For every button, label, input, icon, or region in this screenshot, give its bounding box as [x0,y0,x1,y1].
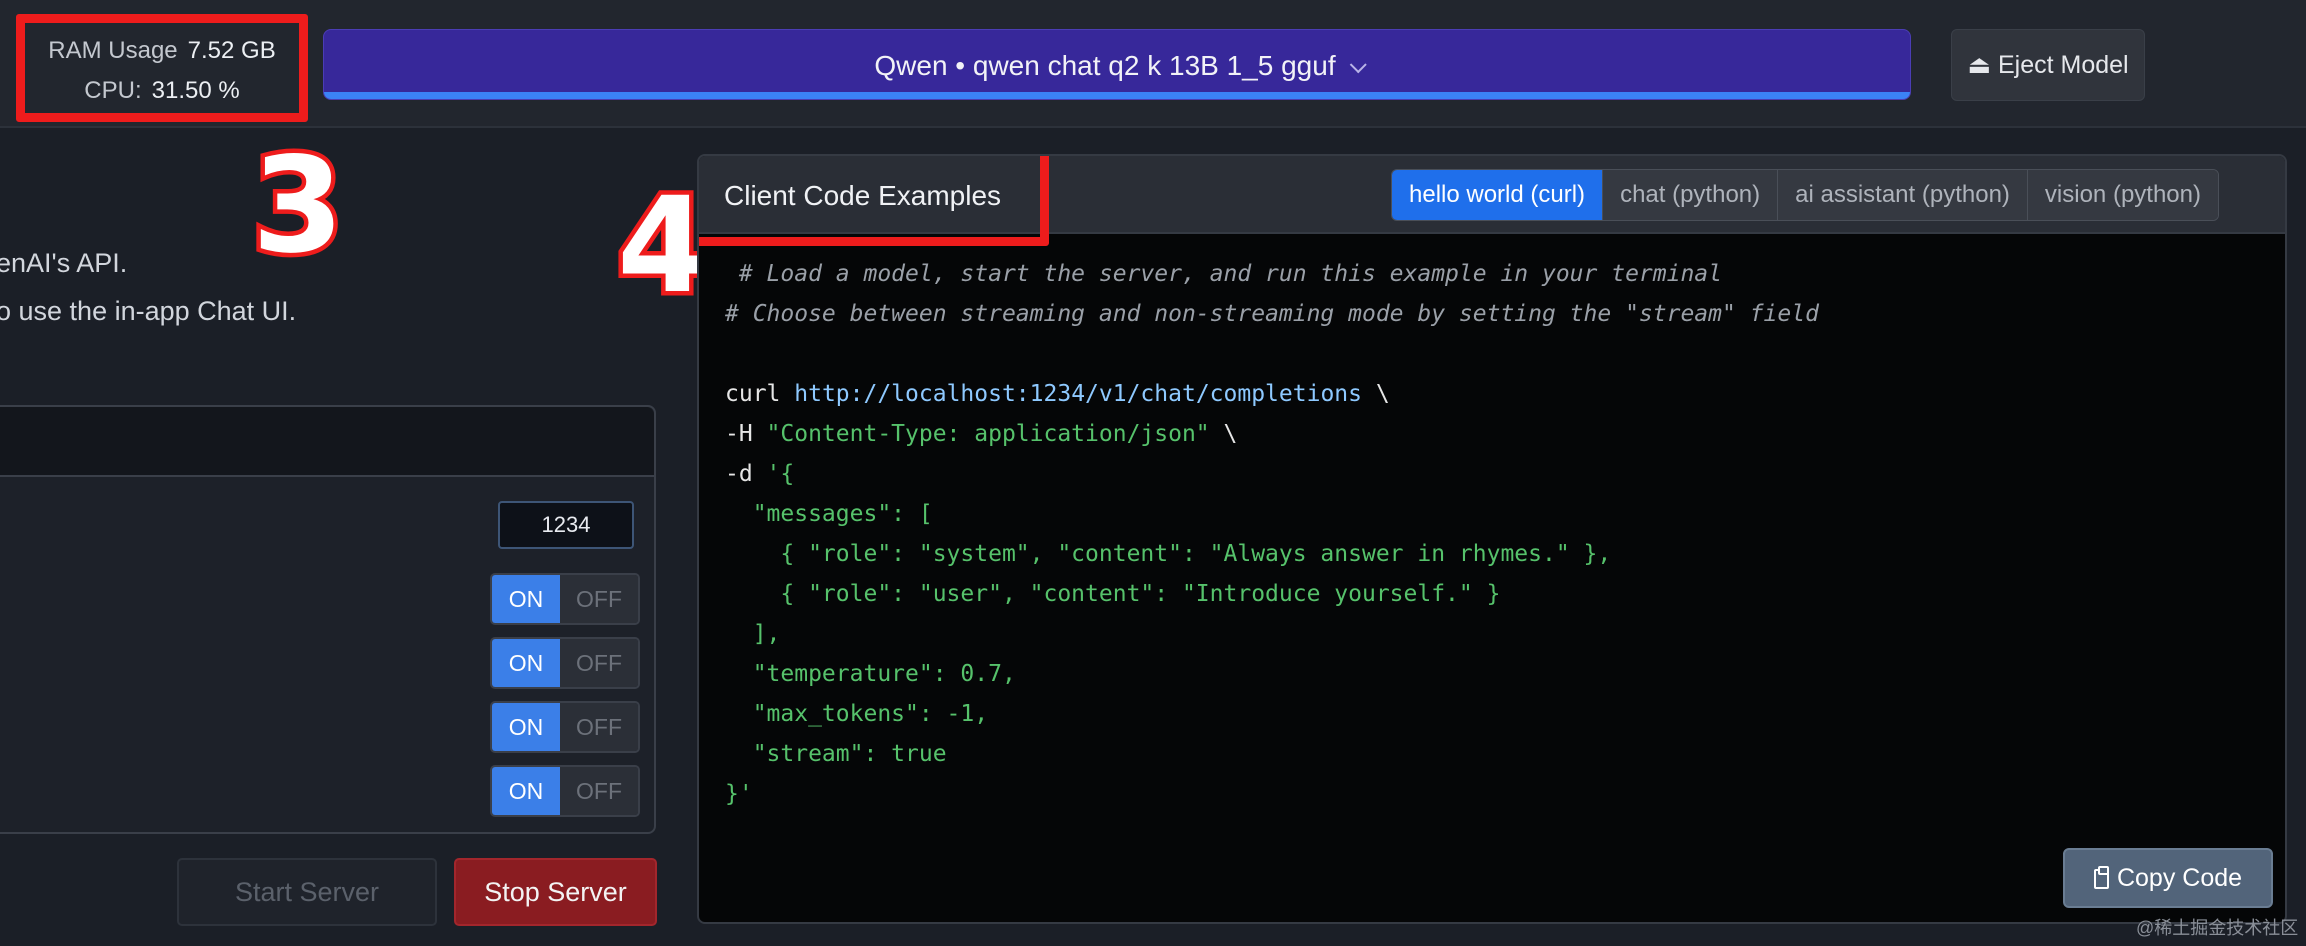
code-panel-header: Client Code Examples hello world (curl) … [699,156,2285,246]
toggle-3[interactable]: ON OFF [490,701,640,753]
toggle-3-on[interactable]: ON [492,703,560,751]
code-line: "temperature": 0.7, [725,661,1016,687]
code-token: curl [725,381,795,407]
start-server-button[interactable]: Start Server [177,858,437,926]
clipboard-icon [2093,866,2109,889]
copy-code-label: Copy Code [2116,864,2243,892]
server-port-input[interactable]: 1234 [498,501,634,549]
eject-model-button[interactable]: ⏏ Eject Model [1951,29,2145,101]
server-description-line-1: enAI's API. [0,248,128,278]
code-example-tabs: hello world (curl) chat (python) ai assi… [1391,169,2219,221]
ram-usage-value: 7.52 GB [187,37,276,64]
toggle-1-on[interactable]: ON [492,575,560,623]
cpu-usage-row: CPU: 31.50 % [25,77,299,105]
stop-server-button[interactable]: Stop Server [454,858,657,926]
toggle-1[interactable]: ON OFF [490,573,640,625]
toggle-2-on[interactable]: ON [492,639,560,687]
code-token: http://localhost:1234/v1/chat/completion… [794,381,1362,407]
annotation-highlight-box-4 [699,156,1049,246]
code-line: "stream": true [725,741,947,767]
code-line: { "role": "user", "content": "Introduce … [725,581,1501,607]
resource-monitor: RAM Usage 7.52 GB CPU: 31.50 % [16,14,308,122]
cpu-usage-value: 31.50 % [151,77,240,104]
code-line: "messages": [ [725,501,933,527]
annotation-number-3: 3 [248,129,349,283]
tab-ai-assistant-python[interactable]: ai assistant (python) [1777,170,2027,220]
code-line: { "role": "system", "content": "Always a… [725,541,1612,567]
server-settings-panel: 1234 ON OFF ON OFF ON OFF ON OFF [0,405,656,834]
code-token: -H [725,421,767,447]
ram-usage-label: RAM Usage [48,37,178,64]
code-line: # Choose between streaming and non-strea… [725,301,1819,327]
toggle-4[interactable]: ON OFF [490,765,640,817]
cpu-usage-label: CPU: [84,77,142,104]
copy-code-button[interactable]: Copy Code [2063,848,2273,908]
toggle-4-on[interactable]: ON [492,767,560,815]
toggle-3-off[interactable]: OFF [560,703,638,751]
model-load-bar [324,92,1910,99]
code-token: '{ [766,461,795,487]
toggle-2[interactable]: ON OFF [490,637,640,689]
code-line: "max_tokens": -1, [725,701,989,727]
annotation-number-4: 4 [613,169,714,323]
model-selector-label-wrap: Qwen • qwen chat q2 k 13B 1_5 gguf [324,50,1910,82]
watermark: @稀土掘金技术社区 [2136,918,2299,938]
model-selector[interactable]: Qwen • qwen chat q2 k 13B 1_5 gguf [323,29,1911,100]
model-selector-label: Qwen • qwen chat q2 k 13B 1_5 gguf [874,50,1336,81]
server-settings-header [0,407,654,477]
tab-hello-world-curl[interactable]: hello world (curl) [1392,170,1603,220]
client-code-panel: Client Code Examples hello world (curl) … [697,154,2287,924]
code-line: # Load a model, start the server, and ru… [725,261,1722,287]
toggle-1-off[interactable]: OFF [560,575,638,623]
tab-chat-python[interactable]: chat (python) [1602,170,1778,220]
code-line: }' [725,781,753,807]
tab-vision-python[interactable]: vision (python) [2026,170,2218,220]
code-line: ], [725,621,781,647]
code-token: \ [1209,421,1238,447]
code-block: # Load a model, start the server, and ru… [725,254,1819,814]
chevron-down-icon [1349,56,1367,74]
ram-usage-row: RAM Usage 7.52 GB [25,37,299,65]
code-token: "Content-Type: application/json" [766,421,1210,447]
top-bar: RAM Usage 7.52 GB CPU: 31.50 % Qwen • qwen… [0,0,2306,128]
code-token: -d [725,461,767,487]
code-token: \ [1361,381,1390,407]
server-description-line-2: o use the in-app Chat UI. [0,296,297,326]
toggle-4-off[interactable]: OFF [560,767,638,815]
toggle-2-off[interactable]: OFF [560,639,638,687]
